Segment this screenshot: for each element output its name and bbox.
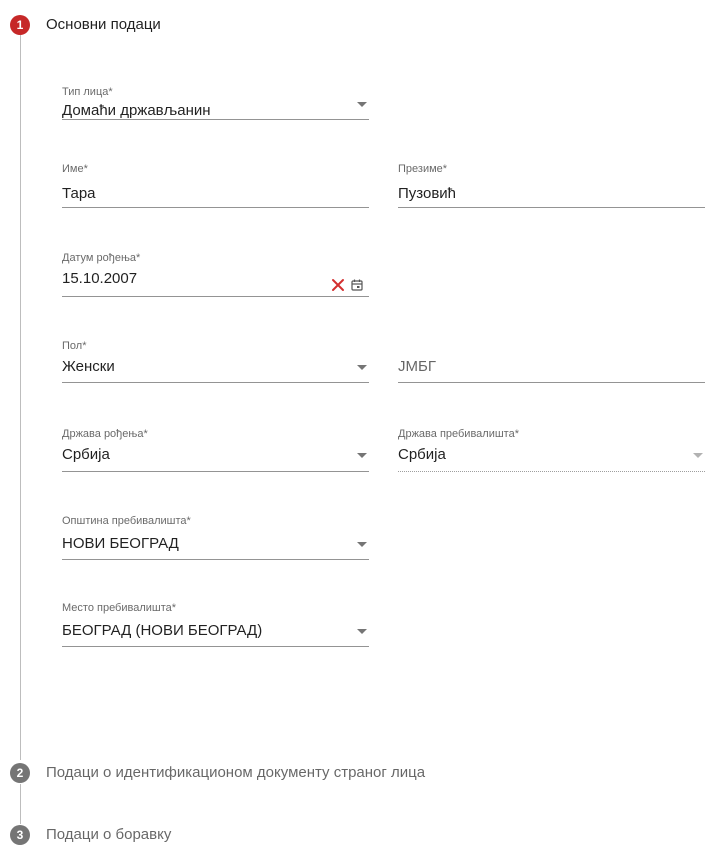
step-1-number: 1: [10, 15, 30, 35]
last-name-value: Пузовић: [398, 185, 457, 202]
last-name-field[interactable]: Презиме* Пузовић: [398, 163, 705, 208]
last-name-underline: [398, 207, 705, 208]
person-type-value: Домаћи држављанин: [62, 102, 211, 119]
residence-country-value: Србија: [398, 446, 446, 463]
calendar-icon[interactable]: [351, 279, 363, 291]
stepper-connector-2: [20, 784, 21, 824]
gender-select[interactable]: Пол* Женски: [62, 340, 369, 385]
birth-date-value: 15.10.2007: [62, 270, 138, 287]
residence-country-label: Држава пребивалишта*: [398, 428, 519, 440]
residence-place-label: Место пребивалишта*: [62, 602, 177, 614]
person-type-underline: [62, 119, 369, 120]
residence-place-value: БЕОГРАД (НОВИ БЕОГРАД): [62, 622, 263, 639]
person-type-select[interactable]: Тип лица* Домаћи држављанин: [62, 86, 369, 120]
chevron-down-icon: [357, 453, 367, 458]
residence-country-select: Држава пребивалишта* Србија: [398, 428, 705, 473]
first-name-value: Тара: [62, 185, 96, 202]
jmbg-underline: [398, 382, 705, 383]
first-name-underline: [62, 207, 369, 208]
birth-country-value: Србија: [62, 446, 110, 463]
chevron-down-icon: [357, 365, 367, 370]
chevron-down-icon: [357, 629, 367, 634]
chevron-down-icon: [357, 542, 367, 547]
birth-country-select[interactable]: Држава рођења* Србија: [62, 428, 369, 473]
birth-country-label: Држава рођења*: [62, 428, 148, 440]
residence-place-select[interactable]: Место пребивалишта* БЕОГРАД (НОВИ БЕОГРА…: [62, 602, 369, 647]
residence-municipality-value: НОВИ БЕОГРАД: [62, 535, 179, 552]
person-type-label: Тип лица*: [62, 86, 113, 98]
clear-icon[interactable]: [331, 278, 345, 292]
birth-country-underline: [62, 471, 369, 472]
jmbg-field[interactable]: ЈМБГ: [398, 340, 705, 385]
residence-municipality-label: Општина пребивалишта*: [62, 515, 191, 527]
birth-date-label: Датум рођења*: [62, 252, 141, 264]
step-1-title: Основни подаци: [46, 16, 161, 33]
gender-value: Женски: [62, 358, 115, 375]
step-3-title: Подаци о боравку: [46, 826, 172, 843]
residence-municipality-select[interactable]: Општина пребивалишта* НОВИ БЕОГРАД: [62, 515, 369, 560]
gender-label: Пол*: [62, 340, 87, 352]
residence-place-underline: [62, 646, 369, 647]
chevron-down-icon: [357, 102, 367, 107]
step-2-title: Подаци о идентификационом документу стра…: [46, 764, 426, 781]
residence-country-underline: [398, 471, 705, 472]
first-name-field[interactable]: Име* Тара: [62, 163, 369, 208]
first-name-label: Име*: [62, 163, 88, 175]
chevron-down-icon: [693, 453, 703, 458]
jmbg-placeholder: ЈМБГ: [398, 358, 436, 375]
birth-date-field[interactable]: Датум рођења* 15.10.2007: [62, 252, 369, 297]
stepper-connector-1: [20, 35, 21, 760]
step-2-number: 2: [10, 763, 30, 783]
gender-underline: [62, 382, 369, 383]
last-name-label: Презиме*: [398, 163, 448, 175]
residence-municipality-underline: [62, 559, 369, 560]
step-3-number: 3: [10, 825, 30, 845]
birth-date-underline: [62, 296, 369, 297]
